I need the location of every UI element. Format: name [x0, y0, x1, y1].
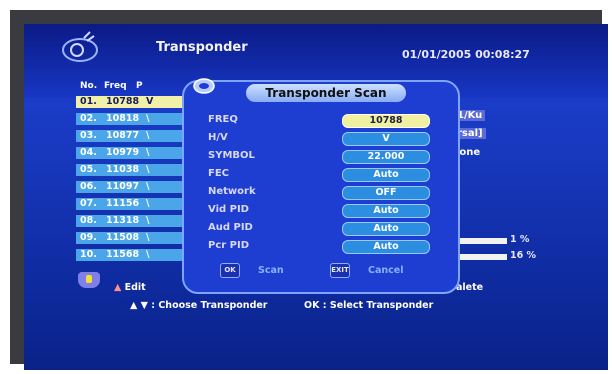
field-label-symbol: SYMBOL — [208, 150, 255, 161]
transponder-row[interactable]: 06. 11097 \ — [76, 181, 194, 193]
transponder-row[interactable]: 02. 10818 \ — [76, 113, 194, 125]
signal-quality-percent: 16 % — [510, 250, 537, 261]
network-field[interactable]: OFF — [342, 186, 430, 200]
field-label-aud-pid: Aud PID — [208, 222, 253, 233]
select-transponder-hint: OK : Select Transponder — [304, 300, 434, 311]
scan-button[interactable]: Scan — [258, 265, 284, 276]
ok-key-icon: OK — [220, 263, 240, 278]
satellite-logo-icon — [62, 31, 98, 62]
aud-pid-field[interactable]: Auto — [342, 222, 430, 236]
column-header-freq: Freq — [104, 81, 127, 91]
symbol-rate-field[interactable]: 22.000 — [342, 150, 430, 164]
choose-transponder-hint: ▲ ▼ : Choose Transponder — [130, 300, 268, 311]
field-label-fec: FEC — [208, 168, 230, 179]
yellow-key-icon — [78, 272, 100, 288]
freq-field[interactable]: 10788 — [342, 114, 430, 128]
transponder-row[interactable]: 08. 11318 \ — [76, 215, 194, 227]
field-label-freq: FREQ — [208, 114, 238, 125]
column-header-no: No. — [80, 81, 98, 91]
polarization-field[interactable]: V — [342, 132, 430, 146]
dialog-title: Transponder Scan — [246, 84, 406, 102]
clock-datetime: 01/01/2005 00:08:27 — [402, 48, 530, 61]
field-label-pcr-pid: Pcr PID — [208, 240, 250, 251]
field-label-vid-pid: Vid PID — [208, 204, 249, 215]
transponder-row[interactable]: 09. 11508 \ — [76, 232, 194, 244]
signal-strength-bar — [455, 238, 507, 244]
delete-hint: alete — [456, 282, 484, 293]
signal-quality-bar — [455, 254, 507, 260]
column-header-pol: P — [136, 81, 143, 91]
transponder-row[interactable]: 04. 10979 \ — [76, 147, 194, 159]
fec-field[interactable]: Auto — [342, 168, 430, 182]
cancel-button[interactable]: Cancel — [368, 265, 403, 276]
transponder-row[interactable]: 10. 11568 \ — [76, 249, 194, 261]
field-label-hv: H/V — [208, 132, 228, 143]
transponder-row[interactable]: 05. 11038 \ — [76, 164, 194, 176]
transponder-row[interactable]: 03. 10877 \ — [76, 130, 194, 142]
transponder-row[interactable]: 01. 10788 V — [76, 96, 194, 108]
field-label-network: Network — [208, 186, 256, 197]
edit-key-icon: ▲ — [114, 282, 122, 293]
signal-strength-percent: 1 % — [510, 234, 530, 245]
satellite-dish-icon — [193, 78, 215, 94]
edit-hint: ▲ Edit — [114, 282, 146, 293]
transponder-row[interactable]: 07. 11156 \ — [76, 198, 194, 210]
vid-pid-field[interactable]: Auto — [342, 204, 430, 218]
exit-key-icon: EXIT — [330, 263, 350, 278]
page-title: Transponder — [156, 40, 248, 55]
pcr-pid-field[interactable]: Auto — [342, 240, 430, 254]
